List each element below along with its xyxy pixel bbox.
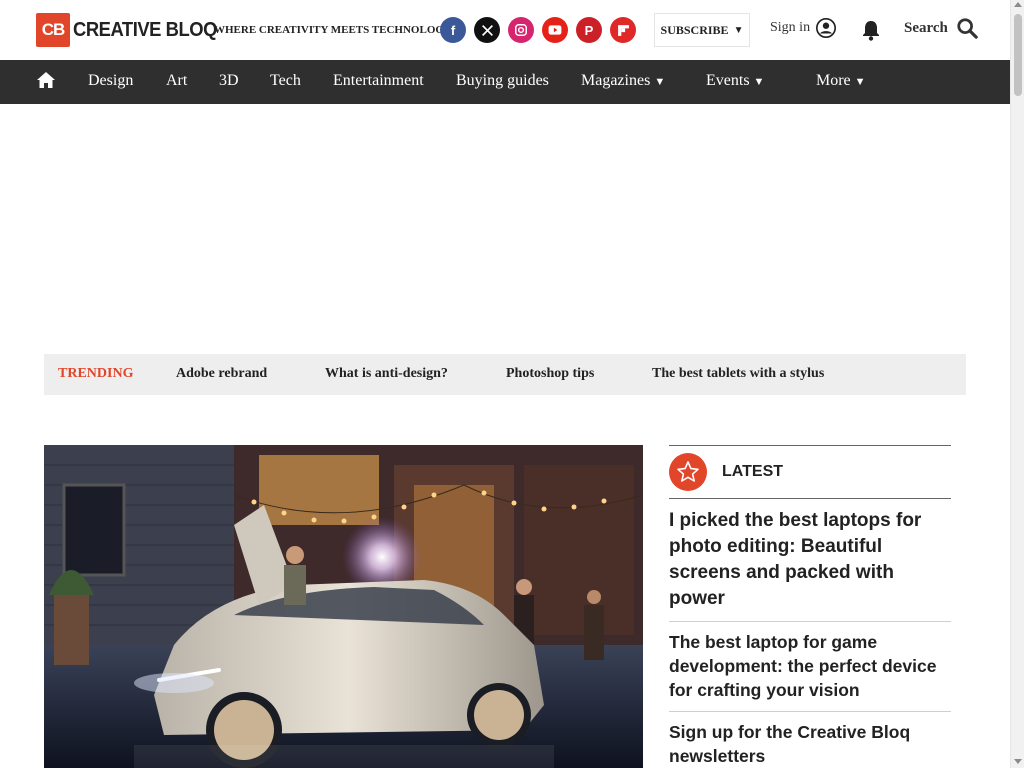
ad-slot [0, 104, 1010, 354]
flipboard-icon[interactable] [610, 17, 636, 43]
nav-item-more[interactable]: More ▼ [816, 72, 866, 90]
nav-item-art[interactable]: Art [166, 72, 187, 90]
latest-title: LATEST [722, 463, 784, 480]
trending-link[interactable]: Photoshop tips [506, 366, 594, 382]
latest-header: LATEST [669, 445, 951, 499]
search-label: Search [904, 19, 948, 36]
car-street-night-image [44, 445, 643, 768]
search-icon [957, 18, 978, 39]
site-logo[interactable]: CB CREATIVE BLOQ [36, 13, 229, 47]
trending-label: TRENDING [58, 366, 134, 381]
nav-item-events[interactable]: Events ▼ [706, 72, 764, 90]
youtube-icon[interactable] [542, 17, 568, 43]
search-button[interactable]: Search [904, 17, 978, 39]
nav-item-magazines[interactable]: Magazines ▼ [581, 72, 665, 90]
chevron-down-icon: ▼ [654, 76, 666, 88]
nav-item-design[interactable]: Design [88, 72, 133, 90]
home-icon[interactable] [36, 71, 56, 94]
latest-panel: LATEST I picked the best laptops for pho… [669, 445, 951, 768]
user-icon [816, 18, 837, 38]
nav-item-entertainment[interactable]: Entertainment [333, 72, 424, 90]
main-nav: Design Art 3D Tech Entertainment Buying … [0, 60, 1010, 104]
logo-text: CREATIVE BLOQ [73, 18, 217, 41]
social-links: f P [440, 17, 636, 43]
trending-bar: TRENDING Adobe rebrand What is anti-desi… [44, 354, 966, 395]
scroll-up-arrow-icon[interactable] [1014, 2, 1022, 7]
trending-link[interactable]: Adobe rebrand [176, 366, 267, 382]
trending-link[interactable]: The best tablets with a stylus [652, 366, 824, 382]
subscribe-button[interactable]: SUBSCRIBE ▼ [655, 14, 749, 46]
site-header: CB CREATIVE BLOQ WHERE CREATIVITY MEETS … [0, 0, 1010, 60]
chevron-down-icon: ▼ [854, 76, 866, 88]
x-icon[interactable] [474, 17, 500, 43]
star-icon [669, 453, 707, 491]
page-scrollbar[interactable] [1010, 0, 1024, 768]
pinterest-icon[interactable]: P [576, 17, 602, 43]
nav-item-buying-guides[interactable]: Buying guides [456, 72, 549, 90]
hero-article-image[interactable] [44, 445, 643, 768]
site-tagline: WHERE CREATIVITY MEETS TECHNOLOGY [214, 24, 442, 36]
facebook-icon[interactable]: f [440, 17, 466, 43]
chevron-down-icon: ▼ [753, 76, 765, 88]
nav-item-tech[interactable]: Tech [270, 72, 301, 90]
scroll-down-arrow-icon[interactable] [1014, 759, 1022, 764]
latest-article-link[interactable]: Sign up for the Creative Bloq newsletter… [669, 712, 951, 768]
instagram-icon[interactable] [508, 17, 534, 43]
logo-mark: CB [36, 13, 70, 47]
chevron-down-icon: ▼ [733, 24, 744, 36]
latest-article-link[interactable]: The best laptop for game development: th… [669, 622, 951, 712]
nav-item-3d[interactable]: 3D [219, 72, 239, 90]
sign-in-button[interactable]: Sign in [770, 17, 837, 39]
latest-article-link[interactable]: I picked the best laptops for photo edit… [669, 499, 951, 622]
notifications-bell-icon[interactable] [861, 19, 881, 46]
subscribe-label: SUBSCRIBE [660, 22, 729, 37]
scrollbar-thumb[interactable] [1014, 14, 1022, 96]
trending-link[interactable]: What is anti-design? [325, 366, 448, 382]
sign-in-label: Sign in [770, 20, 811, 35]
